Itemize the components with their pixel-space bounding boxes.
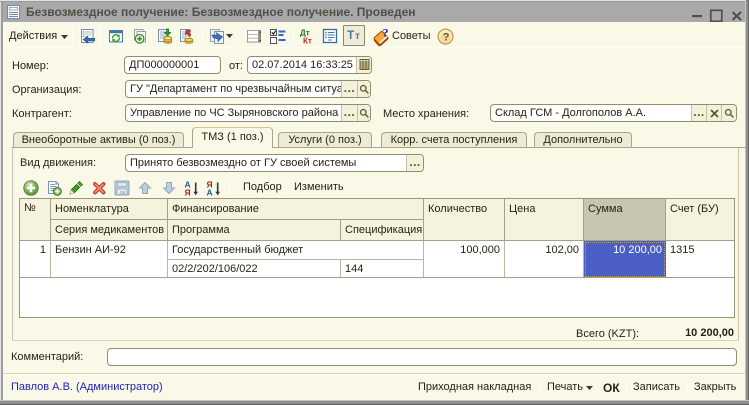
svg-text:А: А: [207, 188, 213, 197]
svg-text:ок: ок: [120, 190, 126, 196]
svg-text:Кт: Кт: [303, 37, 312, 45]
svg-text:?: ?: [383, 27, 389, 40]
svg-text:?: ?: [443, 32, 450, 44]
svg-text:Я: Я: [185, 188, 191, 197]
